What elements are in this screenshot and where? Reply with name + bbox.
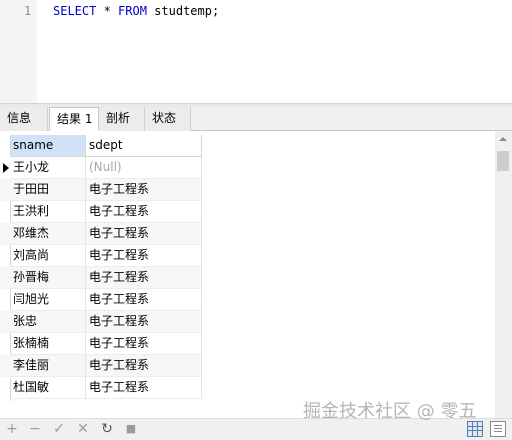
table-row[interactable]: 于田田 电子工程系 [0,179,202,201]
tab-info[interactable]: 信息 [0,107,48,131]
cell-sname[interactable]: 刘高尚 [10,245,86,267]
cell-sname[interactable]: 王洪利 [10,201,86,223]
cell-sdept[interactable]: (Null) [86,157,202,179]
refresh-icon[interactable]: ↻ [99,421,115,437]
line-gutter: 1 [0,0,37,103]
row-indicator [0,157,10,179]
cell-sname[interactable]: 杜国敏 [10,377,86,399]
cell-sname[interactable]: 闫旭光 [10,289,86,311]
table-row[interactable]: 王小龙 (Null) [0,157,202,179]
sql-editor[interactable]: 1 SELECT * FROM studtemp; [0,0,512,103]
delete-record-icon[interactable]: − [27,421,43,437]
cell-sname[interactable]: 李佳丽 [10,355,86,377]
keyword-from: FROM [118,4,147,18]
cell-sdept[interactable]: 电子工程系 [86,267,202,289]
apply-changes-icon[interactable]: ✓ [51,421,67,437]
current-row-arrow-icon [3,163,9,173]
cell-sname[interactable]: 张忠 [10,311,86,333]
table-row[interactable]: 闫旭光 电子工程系 [0,289,202,311]
form-view-icon[interactable] [490,421,506,437]
sql-code-line[interactable]: SELECT * FROM studtemp; [53,4,219,18]
discard-changes-icon[interactable]: ✕ [75,421,91,437]
watermark: 掘金技术社区 @ 零五 [303,401,477,422]
line-number: 1 [24,4,32,18]
result-tab-bar: 信息 结果 1 剖析 状态 [0,107,512,131]
add-record-icon[interactable]: + [4,421,20,437]
cell-sdept[interactable]: 电子工程系 [86,223,202,245]
cell-sname[interactable]: 于田田 [10,179,86,201]
table-row[interactable]: 杜国敏 电子工程系 [0,377,202,399]
tab-status[interactable]: 状态 [145,107,191,131]
cell-sname[interactable]: 孙晋梅 [10,267,86,289]
cell-sdept[interactable]: 电子工程系 [86,201,202,223]
stop-icon[interactable]: ■ [123,421,139,437]
cell-sname[interactable]: 邓维杰 [10,223,86,245]
table-row[interactable]: 张忠 电子工程系 [0,311,202,333]
vertical-scrollbar[interactable] [495,131,512,418]
column-header-sname[interactable]: sname [10,135,86,157]
cell-sdept[interactable]: 电子工程系 [86,377,202,399]
tab-result-1[interactable]: 结果 1 [49,107,99,131]
cell-sdept[interactable]: 电子工程系 [86,311,202,333]
cell-sname[interactable]: 王小龙 [10,157,86,179]
scroll-up-arrow-icon[interactable] [499,137,507,141]
cell-sdept[interactable]: 电子工程系 [86,179,202,201]
table-row[interactable]: 李佳丽 电子工程系 [0,355,202,377]
table-row[interactable]: 刘高尚 电子工程系 [0,245,202,267]
code-star: * [96,4,119,18]
table-row[interactable]: 邓维杰 电子工程系 [0,223,202,245]
cell-sdept[interactable]: 电子工程系 [86,289,202,311]
code-table-name: studtemp; [146,4,220,18]
cell-sdept[interactable]: 电子工程系 [86,355,202,377]
cell-sdept[interactable]: 电子工程系 [86,245,202,267]
table-row[interactable]: 张楠楠 电子工程系 [0,333,202,355]
result-grid[interactable]: sname sdept 王小龙 (Null) 于田田 电子工程系 王洪利 电子工… [0,131,512,418]
cell-sdept[interactable]: 电子工程系 [86,333,202,355]
column-header-sdept[interactable]: sdept [86,135,202,157]
cell-sname[interactable]: 张楠楠 [10,333,86,355]
scrollbar-thumb[interactable] [497,151,509,171]
table-row[interactable]: 王洪利 电子工程系 [0,201,202,223]
tab-profile[interactable]: 剖析 [99,107,145,131]
keyword-select: SELECT [53,4,97,18]
table-row[interactable]: 孙晋梅 电子工程系 [0,267,202,289]
grid-view-icon[interactable] [467,421,483,437]
